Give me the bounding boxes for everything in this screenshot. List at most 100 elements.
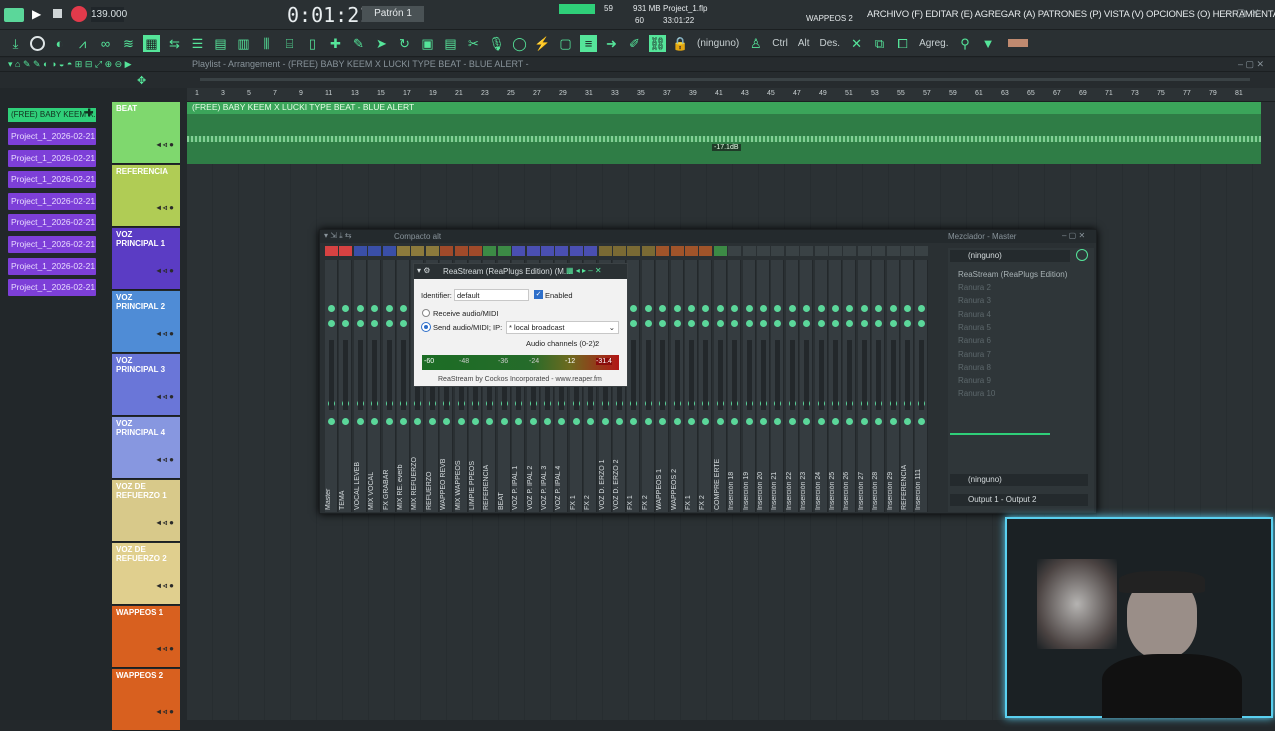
snap-selector[interactable]: (ninguno): [697, 38, 739, 49]
strip-knob[interactable]: [328, 320, 335, 327]
undo-button[interactable]: Des.: [820, 38, 841, 49]
strip-knob[interactable]: [630, 320, 638, 327]
strip-knob[interactable]: [486, 418, 494, 425]
plugin-slot[interactable]: Ranura 7: [958, 350, 991, 359]
strip-knob[interactable]: [342, 418, 350, 425]
mixer-strip[interactable]: VOCAL LEVEB: [353, 246, 367, 512]
track-header[interactable]: VOZ PRINCIPAL 3 ◂ ◃ ●: [112, 354, 180, 416]
cross-icon[interactable]: ✕: [848, 35, 865, 52]
track-header[interactable]: VOZ DE REFUERZO 2 ◂ ◃ ●: [112, 543, 180, 605]
strip-knob[interactable]: [328, 305, 335, 312]
refresh-icon[interactable]: ↻: [396, 35, 413, 52]
add-button[interactable]: Agreg.: [919, 38, 948, 49]
strip-fader[interactable]: [847, 340, 853, 410]
strip-knob[interactable]: [342, 320, 350, 327]
strip-fader[interactable]: [645, 340, 651, 410]
strip-fader[interactable]: [919, 340, 925, 410]
strip-knob[interactable]: [587, 418, 595, 425]
mixer-strip[interactable]: WAPPEOS 2: [670, 246, 684, 512]
strip-knob[interactable]: [918, 320, 926, 327]
mixer-strip[interactable]: Inserción 29: [886, 246, 900, 512]
paste-icon[interactable]: ⧠: [894, 35, 911, 52]
track-header[interactable]: WAPPEOS 2 ◂ ◃ ●: [112, 669, 180, 731]
render-icon[interactable]: ▤: [442, 35, 459, 52]
strip-knob[interactable]: [774, 305, 782, 312]
piano-roll-icon[interactable]: ▤: [212, 35, 229, 52]
mixer-strip[interactable]: Inserción 24: [814, 246, 828, 512]
output-selector[interactable]: Output 1 - Output 2: [950, 494, 1088, 506]
strip-knob[interactable]: [371, 320, 379, 327]
save-icon[interactable]: ▣: [419, 35, 436, 52]
chat-icon[interactable]: ◯: [511, 35, 528, 52]
strip-knob[interactable]: [788, 305, 796, 312]
strip-knob[interactable]: [904, 418, 911, 425]
track-controls-icon[interactable]: ◂ ◃ ●: [157, 518, 174, 527]
strip-knob[interactable]: [544, 418, 551, 425]
strip-fader[interactable]: [357, 340, 363, 410]
channels-value[interactable]: 2: [595, 339, 599, 348]
mixer-strip[interactable]: Inserción 25: [829, 246, 842, 512]
strip-knob[interactable]: [702, 418, 710, 425]
strip-fader[interactable]: [789, 340, 795, 410]
strip-knob[interactable]: [443, 418, 451, 425]
gear-icon[interactable]: ▾ ⚙: [417, 266, 430, 275]
strip-knob[interactable]: [817, 320, 825, 327]
step-icon[interactable]: ≋: [120, 35, 137, 52]
mixer-toolbar-icons[interactable]: ▾ ⇲ ⤓ ⇆: [324, 231, 352, 241]
browser-active-item[interactable]: (FREE) BABY KEEM X...: [8, 108, 96, 122]
main-menu[interactable]: ARCHIVO (F) EDITAR (E) AGREGAR (A) PATRO…: [867, 9, 1275, 20]
mixer-strip[interactable]: Inserción 18: [728, 246, 742, 512]
output-preset[interactable]: (ninguno): [950, 474, 1088, 486]
track-header[interactable]: VOZ PRINCIPAL 4 ◂ ◃ ●: [112, 417, 180, 479]
strip-knob[interactable]: [371, 418, 379, 425]
strip-knob[interactable]: [817, 305, 825, 312]
play-icon[interactable]: ▶: [32, 7, 41, 21]
mixer-strip[interactable]: Inserción 27: [857, 246, 871, 512]
lock-icon[interactable]: 🔒: [672, 35, 689, 52]
mixer-strip[interactable]: MIX RE. everb: [397, 246, 410, 512]
strip-knob[interactable]: [760, 418, 767, 425]
strip-knob[interactable]: [356, 320, 364, 327]
strip-knob[interactable]: [630, 418, 638, 425]
window-icon[interactable]: ▢: [557, 35, 574, 52]
record-mode-icon[interactable]: ⇆: [166, 35, 183, 52]
mixer-strip[interactable]: TEMA: [339, 246, 353, 512]
track-header[interactable]: VOZ DE REFUERZO 1 ◂ ◃ ●: [112, 480, 180, 542]
strip-fader[interactable]: [717, 340, 723, 410]
send-radio[interactable]: [422, 323, 430, 331]
strip-knob[interactable]: [515, 418, 523, 425]
stamp-icon[interactable]: ♙: [747, 35, 764, 52]
track-controls-icon[interactable]: ◂ ◃ ●: [157, 329, 174, 338]
strip-fader[interactable]: [861, 340, 867, 410]
plugin-slot[interactable]: Ranura 10: [958, 389, 995, 398]
download-icon[interactable]: ⤓: [7, 35, 24, 52]
track-controls-icon[interactable]: ◂ ◃ ●: [157, 266, 174, 275]
strip-knob[interactable]: [875, 305, 883, 312]
strip-knob[interactable]: [774, 418, 782, 425]
strip-fader[interactable]: [689, 340, 694, 410]
strip-knob[interactable]: [644, 305, 652, 312]
strip-knob[interactable]: [673, 418, 681, 425]
track-controls-icon[interactable]: ◂ ◃ ●: [157, 581, 174, 590]
mic-icon[interactable]: ✎: [350, 35, 367, 52]
file-icon[interactable]: ▯: [304, 35, 321, 52]
strip-fader[interactable]: [905, 340, 910, 410]
strip-knob[interactable]: [558, 418, 566, 425]
plugin-slot-1[interactable]: ReaStream (ReaPlugs Edition): [958, 270, 1067, 279]
strip-knob[interactable]: [716, 305, 724, 312]
strip-knob[interactable]: [688, 305, 695, 312]
strip-fader[interactable]: [386, 340, 392, 410]
channel-rack-icon[interactable]: ▥: [235, 35, 252, 52]
strip-knob[interactable]: [644, 320, 652, 327]
ip-select[interactable]: * local broadcast ⌄: [506, 321, 619, 334]
strip-knob[interactable]: [803, 320, 811, 327]
bolt-icon[interactable]: ⚡: [534, 35, 551, 52]
strip-fader[interactable]: [401, 340, 406, 410]
ctrl-button[interactable]: Ctrl: [772, 38, 788, 49]
strip-knob[interactable]: [731, 305, 739, 312]
strip-knob[interactable]: [702, 320, 710, 327]
strip-knob[interactable]: [630, 305, 638, 312]
strip-knob[interactable]: [803, 418, 811, 425]
strip-knob[interactable]: [616, 418, 623, 425]
strip-knob[interactable]: [774, 320, 782, 327]
